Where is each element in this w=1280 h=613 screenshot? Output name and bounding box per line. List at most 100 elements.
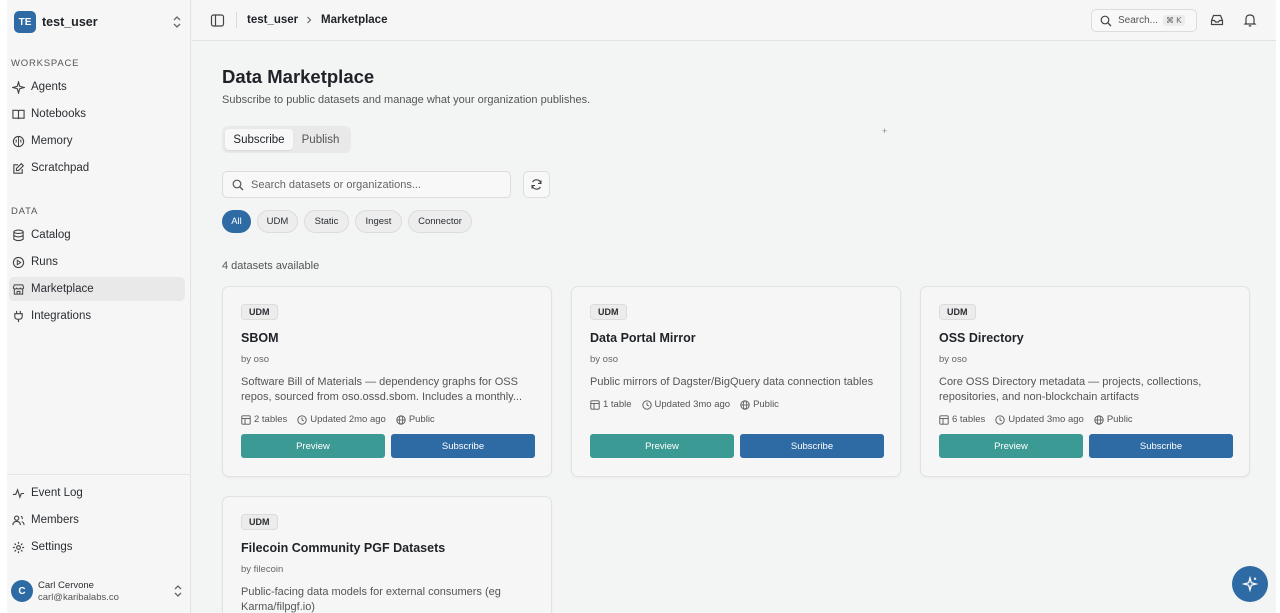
filter-chip-connector[interactable]: Connector bbox=[408, 210, 472, 233]
global-search-button[interactable]: Search... ⌘ K bbox=[1091, 9, 1197, 32]
sidebar-item-members[interactable]: Members bbox=[9, 508, 185, 532]
account-email: carl@karibalabs.co bbox=[38, 591, 119, 603]
store-icon bbox=[11, 282, 25, 296]
sidebar-item-notebooks[interactable]: Notebooks bbox=[9, 102, 185, 126]
sidebar-item-scratchpad[interactable]: Scratchpad bbox=[9, 156, 185, 180]
sidebar-item-memory[interactable]: Memory bbox=[9, 129, 185, 153]
sidebar-item-settings[interactable]: Settings bbox=[9, 535, 185, 559]
dataset-type-badge: UDM bbox=[939, 304, 976, 320]
edit-icon bbox=[11, 161, 25, 175]
sidebar-item-label: Event Log bbox=[31, 487, 83, 499]
sidebar-item-runs[interactable]: Runs bbox=[9, 250, 185, 274]
breadcrumb-root[interactable]: test_user bbox=[247, 14, 298, 26]
search-shortcut: ⌘ K bbox=[1163, 15, 1185, 26]
dataset-owner: by oso bbox=[590, 354, 618, 365]
filter-chip-ingest[interactable]: Ingest bbox=[355, 210, 402, 233]
marketplace-tabs: Subscribe Publish bbox=[222, 126, 351, 153]
chevrons-up-down-icon bbox=[174, 585, 182, 597]
preview-button[interactable]: Preview bbox=[241, 434, 385, 458]
sparkle-icon bbox=[11, 80, 25, 94]
filter-chips: All UDM Static Ingest Connector bbox=[222, 210, 478, 233]
dataset-type-badge: UDM bbox=[241, 304, 278, 320]
sidebar-item-marketplace[interactable]: Marketplace bbox=[9, 277, 185, 301]
dataset-owner: by filecoin bbox=[241, 564, 284, 575]
account-menu[interactable]: C Carl Cervone carl@karibalabs.co bbox=[11, 577, 183, 605]
sidebar-item-label: Settings bbox=[31, 541, 73, 553]
filter-chip-udm[interactable]: UDM bbox=[257, 210, 298, 233]
dataset-type-badge: UDM bbox=[590, 304, 627, 320]
dataset-description: Public mirrors of Dagster/BigQuery data … bbox=[590, 376, 874, 388]
dataset-updated: Updated 2mo ago bbox=[310, 414, 386, 425]
dataset-table-count: 2 tables bbox=[254, 414, 288, 425]
dataset-title: OSS Directory bbox=[939, 331, 1024, 345]
refresh-icon bbox=[531, 179, 542, 190]
filter-chip-all[interactable]: All bbox=[222, 210, 251, 233]
bell-icon[interactable] bbox=[1243, 13, 1257, 27]
subscribe-button[interactable]: Subscribe bbox=[740, 434, 884, 458]
page-subtitle: Subscribe to public datasets and manage … bbox=[222, 94, 591, 106]
preview-button[interactable]: Preview bbox=[939, 434, 1083, 458]
dataset-search-input[interactable]: Search datasets or organizations... bbox=[222, 171, 511, 198]
dataset-card-oss-directory[interactable]: UDM OSS Directory by oso Core OSS Direct… bbox=[920, 286, 1250, 477]
dataset-title: SBOM bbox=[241, 331, 279, 345]
user-avatar: TE bbox=[14, 11, 36, 33]
play-circle-icon bbox=[11, 255, 25, 269]
refresh-button[interactable] bbox=[523, 171, 550, 198]
sidebar-item-agents[interactable]: Agents bbox=[9, 75, 185, 99]
top-bar: test_user Marketplace Search... ⌘ K bbox=[192, 0, 1276, 41]
dataset-owner: by oso bbox=[939, 354, 967, 365]
dataset-owner: by oso bbox=[241, 354, 269, 365]
workspace-section-label: WORKSPACE bbox=[11, 58, 80, 69]
dataset-table-count: 1 table bbox=[603, 399, 632, 410]
page-title: Data Marketplace bbox=[222, 66, 375, 87]
sidebar-item-label: Catalog bbox=[31, 229, 71, 241]
user-name: test_user bbox=[42, 15, 98, 29]
workspace-switcher[interactable]: TE test_user bbox=[14, 10, 184, 34]
dataset-description: Software Bill of Materials — dependency … bbox=[241, 376, 523, 403]
globe-icon bbox=[396, 414, 406, 425]
chevrons-up-down-icon bbox=[173, 16, 181, 28]
sparkle-icon bbox=[1242, 576, 1258, 592]
dataset-card-sbom[interactable]: UDM SBOM by oso Software Bill of Materia… bbox=[222, 286, 552, 477]
search-button-label: Search... bbox=[1118, 15, 1159, 26]
account-name: Carl Cervone bbox=[38, 579, 94, 591]
sidebar-item-integrations[interactable]: Integrations bbox=[9, 304, 185, 328]
inbox-icon[interactable] bbox=[1210, 13, 1224, 27]
globe-icon bbox=[1094, 414, 1104, 425]
database-icon bbox=[11, 228, 25, 242]
dataset-title: Filecoin Community PGF Datasets bbox=[241, 541, 446, 555]
dataset-visibility: Public bbox=[1106, 414, 1133, 425]
preview-button[interactable]: Preview bbox=[590, 434, 734, 458]
table-icon bbox=[939, 414, 949, 425]
sidebar-toggle-icon[interactable] bbox=[210, 13, 225, 28]
subscribe-button[interactable]: Subscribe bbox=[1089, 434, 1233, 458]
dataset-meta: 1 table Updated 3mo ago Public bbox=[590, 399, 789, 410]
search-placeholder: Search datasets or organizations... bbox=[251, 178, 421, 191]
dataset-card-data-portal-mirror[interactable]: UDM Data Portal Mirror by oso Public mir… bbox=[571, 286, 901, 477]
sidebar-item-event-log[interactable]: Event Log bbox=[9, 481, 185, 505]
dataset-title: Data Portal Mirror bbox=[590, 331, 696, 345]
dataset-description: Core OSS Directory metadata — projects, … bbox=[939, 376, 1202, 403]
tab-publish[interactable]: Publish bbox=[293, 129, 348, 150]
assistant-fab-button[interactable] bbox=[1232, 566, 1268, 602]
topbar-separator bbox=[236, 12, 237, 28]
sidebar-item-label: Agents bbox=[31, 81, 67, 93]
tab-subscribe[interactable]: Subscribe bbox=[225, 129, 293, 150]
sidebar-divider bbox=[7, 474, 191, 475]
table-icon bbox=[590, 399, 600, 410]
mouse-cursor-icon: + bbox=[882, 126, 888, 136]
filter-chip-static[interactable]: Static bbox=[304, 210, 349, 233]
sidebar-item-label: Members bbox=[31, 514, 79, 526]
breadcrumb-current: Marketplace bbox=[321, 14, 388, 26]
clock-icon bbox=[641, 399, 652, 410]
dataset-visibility: Public bbox=[753, 399, 779, 410]
dataset-meta: 2 tables Updated 2mo ago Public bbox=[241, 414, 445, 425]
gear-icon bbox=[11, 540, 25, 554]
sidebar-item-label: Scratchpad bbox=[31, 162, 90, 174]
chevron-right-icon bbox=[307, 16, 312, 24]
dataset-card-filecoin-pgf[interactable]: UDM Filecoin Community PGF Datasets by f… bbox=[222, 496, 552, 613]
subscribe-button[interactable]: Subscribe bbox=[391, 434, 535, 458]
globe-icon bbox=[740, 399, 750, 410]
sidebar-item-label: Memory bbox=[31, 135, 73, 147]
sidebar-item-catalog[interactable]: Catalog bbox=[9, 223, 185, 247]
